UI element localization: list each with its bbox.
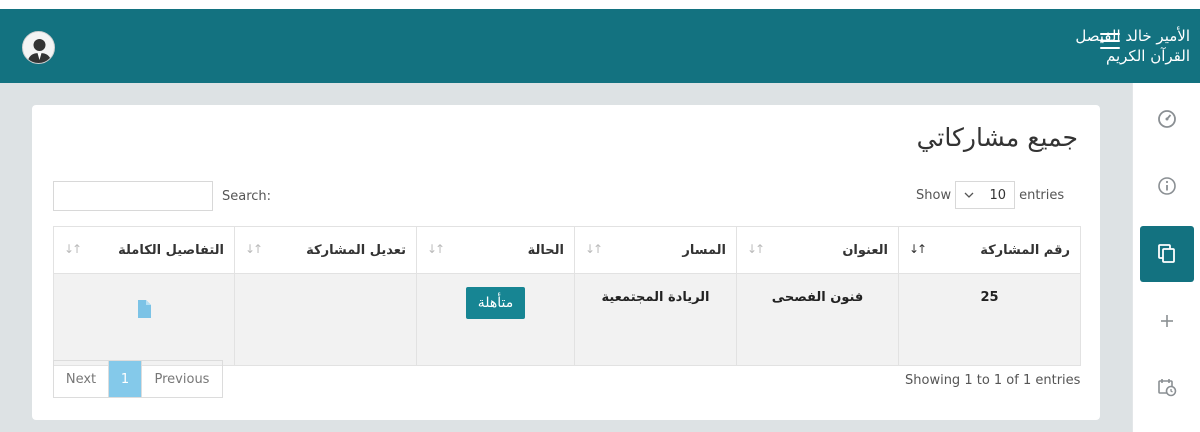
search-label: Search: [222, 188, 272, 204]
user-avatar[interactable] [22, 31, 55, 64]
sort-icon: ↑↓ [245, 242, 263, 256]
sort-icon: ↑↓ [64, 242, 82, 256]
pagination-next[interactable]: Next [54, 361, 109, 397]
brand-line-1: الأمير خالد الفيصل [1075, 27, 1190, 45]
pagination-previous[interactable]: Previous [141, 361, 222, 397]
sidebar-item-add[interactable] [1133, 293, 1200, 349]
search-control: Search: [53, 181, 271, 211]
sidebar-item-info[interactable] [1133, 158, 1200, 214]
column-label: العنوان [842, 242, 888, 258]
page-title: جميع مشاركاتي [916, 123, 1078, 152]
entries-length-control: Show 10 entries [916, 181, 1064, 209]
plus-icon [1161, 315, 1173, 327]
copy-icon [1158, 244, 1175, 263]
sort-asc-icon: ↑↓ [909, 242, 927, 256]
sort-icon: ↑↓ [427, 242, 445, 256]
brand-logo[interactable]: الأمير خالد الفيصل القرآن الكريم [1050, 26, 1190, 66]
status-badge[interactable]: متأهلة [465, 287, 526, 319]
info-icon [1158, 177, 1176, 195]
column-header-track[interactable]: المسار ↑↓ [574, 226, 737, 274]
top-strip [0, 0, 1200, 9]
pagination-page-1[interactable]: 1 [109, 361, 141, 397]
show-label: Show [916, 187, 952, 203]
table-row: 25 فنون الفصحى الريادة المجتمعية متأهلة [53, 273, 1081, 366]
sidebar-item-dashboard[interactable] [1133, 91, 1200, 147]
file-icon[interactable] [137, 300, 151, 318]
cell-status: متأهلة [416, 273, 575, 366]
sidebar [1132, 83, 1200, 432]
cell-details [53, 273, 235, 366]
column-header-details[interactable]: التفاصيل الكاملة ↑↓ [53, 226, 235, 274]
table-info: Showing 1 to 1 of 1 entries [905, 373, 1081, 388]
cell-edit [234, 273, 417, 366]
column-header-title[interactable]: العنوان ↑↓ [736, 226, 899, 274]
sidebar-item-my-submissions[interactable] [1140, 226, 1194, 282]
entries-select[interactable]: 10 [955, 181, 1016, 209]
column-label: المسار [682, 242, 726, 258]
calendar-clock-icon [1158, 379, 1177, 397]
column-header-number[interactable]: رقم المشاركة ↑↓ [898, 226, 1081, 274]
pagination: Next 1 Previous [53, 360, 223, 398]
brand-line-2: القرآن الكريم [1105, 47, 1190, 65]
column-label: تعديل المشاركة [306, 242, 406, 258]
entries-value: 10 [989, 187, 1007, 203]
user-avatar-icon [27, 39, 52, 63]
submissions-card: جميع مشاركاتي Show 10 entries Search: رق… [32, 105, 1100, 420]
search-input[interactable] [53, 181, 213, 211]
column-header-status[interactable]: الحالة ↑↓ [416, 226, 575, 274]
cell-number: 25 [898, 273, 1081, 366]
column-label: التفاصيل الكاملة [118, 242, 224, 258]
cell-track: الريادة المجتمعية [574, 273, 737, 366]
sort-icon: ↑↓ [585, 242, 603, 256]
entries-label: entries [1019, 187, 1065, 203]
column-header-edit[interactable]: تعديل المشاركة ↑↓ [234, 226, 417, 274]
table-header-row: رقم المشاركة ↑↓ العنوان ↑↓ المسار ↑↓ الحالة… [53, 226, 1081, 274]
sort-icon: ↑↓ [747, 242, 765, 256]
dashboard-icon [1158, 110, 1176, 128]
sidebar-item-schedule[interactable] [1133, 359, 1200, 415]
top-header: الأمير خالد الفيصل القرآن الكريم [0, 9, 1200, 83]
submissions-table: رقم المشاركة ↑↓ العنوان ↑↓ المسار ↑↓ الحالة… [53, 226, 1081, 366]
cell-title: فنون الفصحى [736, 273, 899, 366]
column-label: رقم المشاركة [980, 242, 1070, 258]
chevron-down-icon [964, 192, 974, 198]
column-label: الحالة [527, 242, 564, 258]
